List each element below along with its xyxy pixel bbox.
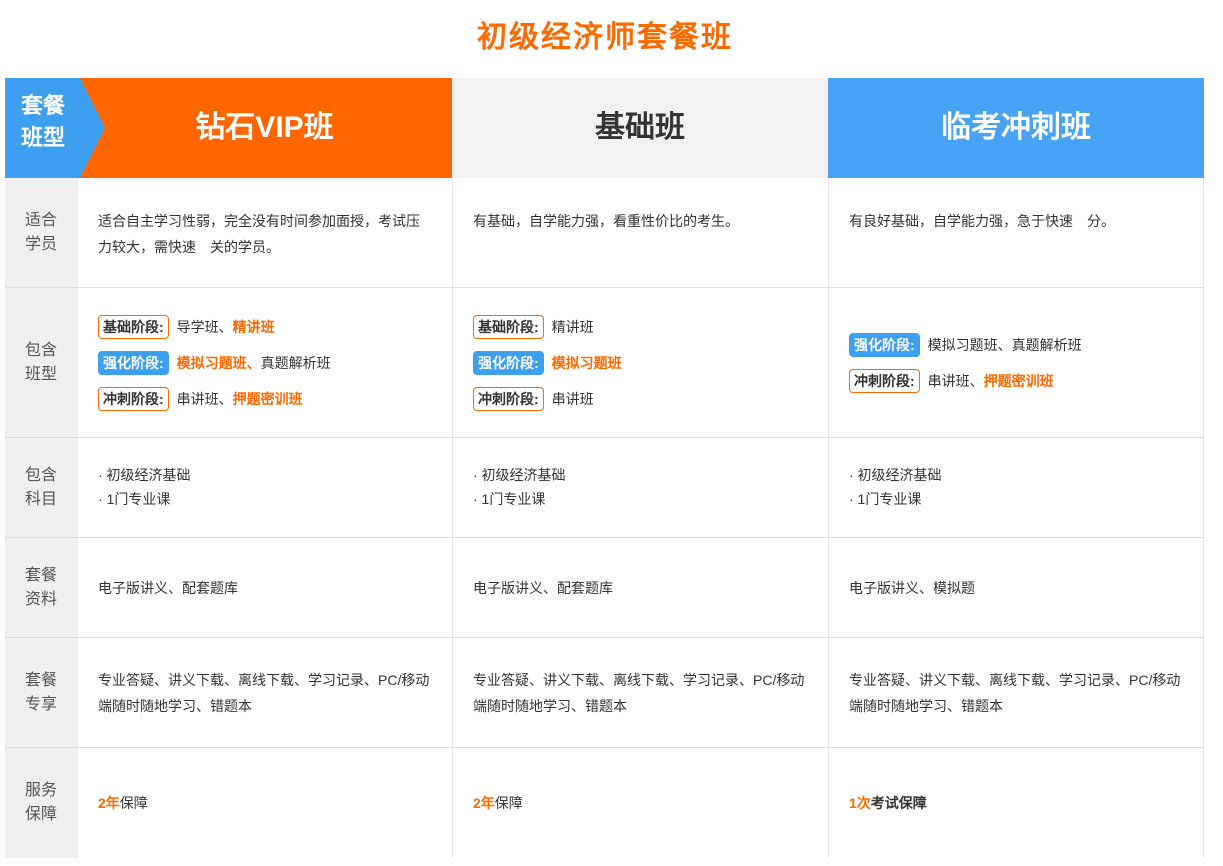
row-label-line2: 资料 (24, 590, 57, 608)
classes-basic: 基础阶段: 精讲班 强化阶段: 模拟习题班 冲刺阶段: 串讲班 (452, 288, 828, 437)
list-item: · 初级经济基础 (98, 467, 191, 483)
perks-text: 专业答疑、讲义下载、离线下载、学习记录、PC/移动端随时随地学习、错题本 (473, 671, 805, 714)
classes-sprint: 强化阶段: 模拟习题班、真题解析班 冲刺阶段: 串讲班、 押题密训班 (828, 288, 1204, 437)
stage-text: 模拟习题班、真题解析班 (927, 336, 1082, 353)
row-label-line1: 适合 (24, 211, 57, 229)
plan-name-vip: 钻石VIP班 (195, 111, 334, 144)
stage-line: 强化阶段: 模拟习题班 (473, 345, 808, 381)
row-label-line1: 套餐 (24, 566, 57, 584)
row-perks: 套餐专享 专业答疑、讲义下载、离线下载、学习记录、PC/移动端随时随地学习、错题… (5, 638, 1204, 748)
perks-basic: 专业答疑、讲义下载、离线下载、学习记录、PC/移动端随时随地学习、错题本 (452, 638, 828, 747)
plan-name-basic: 基础班 (595, 111, 685, 144)
stage-line: 冲刺阶段: 串讲班、 押题密训班 (98, 381, 432, 417)
row-label-line2: 班型 (24, 365, 57, 383)
stage-highlight: 押题密训班 (983, 372, 1054, 389)
plan-name-sprint: 临考冲刺班 (941, 111, 1091, 144)
stage-line: 冲刺阶段: 串讲班、 押题密训班 (849, 363, 1183, 399)
list-item: · 1门专业课 (98, 491, 171, 507)
list-item: · 初级经济基础 (849, 467, 942, 483)
guarantee-highlight: 2年 (98, 795, 120, 811)
row-label-line2: 保障 (24, 806, 57, 823)
stage-text: 精讲班 (551, 318, 594, 335)
guarantee-highlight: 1次 (849, 795, 871, 811)
list-item: · 1门专业课 (473, 491, 546, 507)
students-vip: 适合自主学习性弱，完全没有时间参加面授，考试压力较大，需快速 关的学员。 (77, 178, 452, 287)
guarantee-basic: 2年保障 (452, 748, 828, 858)
stage-line: 冲刺阶段: 串讲班 (473, 381, 808, 417)
stage-line: 基础阶段: 导学班、 精讲班 (98, 309, 432, 345)
row-students: 适合学员 适合自主学习性弱，完全没有时间参加面授，考试压力较大，需快速 关的学员… (5, 178, 1204, 288)
materials-basic: 电子版讲义、配套题库 (452, 538, 828, 637)
stage-badge-basic: 基础阶段: (98, 314, 169, 339)
row-label-line1: 套餐 (24, 671, 57, 689)
row-label-perks: 套餐 专享 (5, 638, 77, 747)
stage-line: 基础阶段: 精讲班 (473, 309, 808, 345)
stage-line: 强化阶段: 模拟习题班、真题解析班 (849, 327, 1183, 363)
list-item: · 1门专业课 (849, 491, 922, 507)
stage-text: 真题解析班 (260, 354, 331, 371)
stage-badge-sprint: 冲刺阶段: (473, 386, 544, 411)
row-label-line2: 专享 (24, 695, 57, 713)
classes-vip: 基础阶段: 导学班、 精讲班 强化阶段: 模拟习题班、 真题解析班 冲刺阶段: 串讲… (77, 288, 452, 437)
subjects-basic: · 初级经济基础 · 1门专业课 (452, 438, 828, 537)
row-label-line1: 包含 (24, 341, 57, 359)
header-label-line2: 班型 (21, 125, 66, 150)
guarantee-vip: 2年保障 (77, 748, 452, 858)
materials-vip: 电子版讲义、配套题库 (77, 538, 452, 637)
row-label-materials: 套餐 资料 (5, 538, 77, 637)
stage-badge-basic: 基础阶段: (473, 314, 544, 339)
row-label-students: 适合 学员 (5, 178, 77, 287)
perks-vip: 专业答疑、讲义下载、离线下载、学习记录、PC/移动端随时随地学习、错题本 (77, 638, 452, 747)
stage-badge-sprint: 冲刺阶段: (849, 368, 920, 393)
stage-badge-strengthen: 强化阶段: (98, 350, 169, 375)
stage-text: 导学班、 (176, 318, 233, 335)
guarantee-text: 保障 (119, 795, 148, 811)
materials-sprint: 电子版讲义、模拟题 (828, 538, 1204, 637)
plan-header-sprint[interactable]: 临考冲刺班 (828, 78, 1204, 178)
row-label-line1: 包含 (24, 466, 57, 484)
guarantee-sprint: 1次考试保障 (828, 748, 1204, 858)
stage-badge-strengthen: 强化阶段: (849, 332, 920, 357)
guarantee-text: 考试保障 (870, 795, 927, 811)
students-basic: 有基础，自学能力强，看重性价比的考生。 (452, 178, 828, 287)
perks-sprint: 专业答疑、讲义下载、离线下载、学习记录、PC/移动端随时随地学习、错题本 (828, 638, 1204, 747)
materials-text: 电子版讲义、配套题库 (473, 579, 613, 596)
row-label-classes: 包含 班型 (5, 288, 77, 437)
row-label-subjects: 包含 科目 (5, 438, 77, 537)
materials-text: 电子版讲义、配套题库 (98, 579, 238, 596)
stage-highlight: 押题密训班 (232, 390, 303, 407)
stage-highlight: 精讲班 (232, 318, 275, 335)
list-item: · 初级经济基础 (473, 467, 566, 483)
students-sprint: 有良好基础，自学能力强，急于快速 分。 (828, 178, 1204, 287)
stage-highlight: 模拟习题班 (551, 354, 622, 371)
stage-text: 串讲班、 (927, 372, 984, 389)
plan-header-basic[interactable]: 基础班 (452, 78, 828, 178)
perks-text: 专业答疑、讲义下载、离线下载、学习记录、PC/移动端随时随地学习、错题本 (98, 671, 430, 714)
row-label-line1: 服务 (24, 782, 57, 799)
subjects-vip: · 初级经济基础 · 1门专业课 (77, 438, 452, 537)
stage-line: 强化阶段: 模拟习题班、真题解析班 (98, 345, 432, 381)
subjects-sprint: · 初级经济基础 · 1门专业课 (828, 438, 1204, 537)
guarantee-highlight: 2年 (473, 795, 495, 811)
row-label-guarantee: 服务 保障 (5, 748, 77, 858)
row-guarantee: 服务 保障 2年保障 2年保障 1次考试保障 (5, 748, 1204, 858)
row-classes: 包含 班型 基础阶段: 导学班、 精讲班 强化阶段: 模拟习题班、 真题解析班 冲刺阶… (5, 288, 1204, 438)
row-label-line2: 科目 (24, 490, 57, 508)
stage-badge-strengthen: 强化阶段: (473, 350, 544, 375)
stage-highlight: 模拟习题班、 (176, 354, 261, 371)
row-label-line2: 学员 (24, 235, 57, 253)
stage-text: 串讲班、 (176, 390, 233, 407)
row-materials: 套餐资料 电子版讲义、配套题库 电子版讲义、配套题库 电子版讲义、模拟题 (5, 538, 1204, 638)
stage-text: 串讲班 (551, 390, 594, 407)
stage-badge-sprint: 冲刺阶段: (98, 386, 169, 411)
row-subjects: 包含科目 · 初级经济基础 · 1门专业课 · 初级经济基础 · 1门专业课 ·… (5, 438, 1204, 538)
materials-text: 电子版讲义、模拟题 (849, 579, 975, 596)
plan-header-vip[interactable]: 钻石VIP班 (77, 78, 452, 178)
guarantee-text: 保障 (494, 795, 523, 811)
page-title: 初级经济师套餐班 (477, 21, 733, 54)
perks-text: 专业答疑、讲义下载、离线下载、学习记录、PC/移动端随时随地学习、错题本 (849, 671, 1181, 714)
